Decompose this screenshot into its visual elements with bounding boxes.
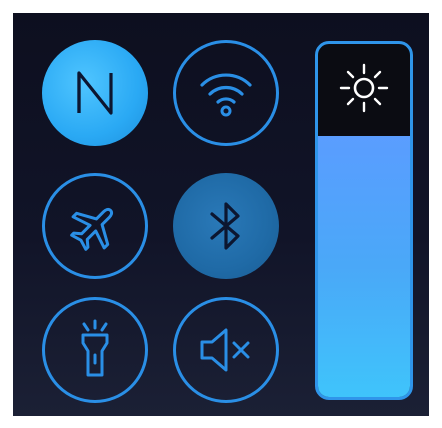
wifi-icon	[196, 63, 256, 123]
quick-settings-panel	[13, 13, 429, 416]
brightness-slider[interactable]	[315, 41, 413, 400]
speaker-mute-icon	[196, 320, 256, 380]
bluetooth-toggle[interactable]	[173, 173, 279, 279]
brightness-level-fill	[318, 135, 410, 397]
airplane-mode-toggle[interactable]	[42, 173, 148, 279]
nfc-icon	[65, 63, 125, 123]
airplane-icon	[65, 196, 125, 256]
wifi-toggle[interactable]	[173, 40, 279, 146]
sun-icon	[338, 62, 390, 118]
brightness-icon-wrap	[318, 62, 410, 118]
flashlight-toggle[interactable]	[42, 297, 148, 403]
flashlight-icon	[65, 319, 125, 380]
bluetooth-icon	[196, 196, 256, 256]
nfc-toggle[interactable]	[42, 40, 148, 146]
mute-toggle[interactable]	[173, 297, 279, 403]
